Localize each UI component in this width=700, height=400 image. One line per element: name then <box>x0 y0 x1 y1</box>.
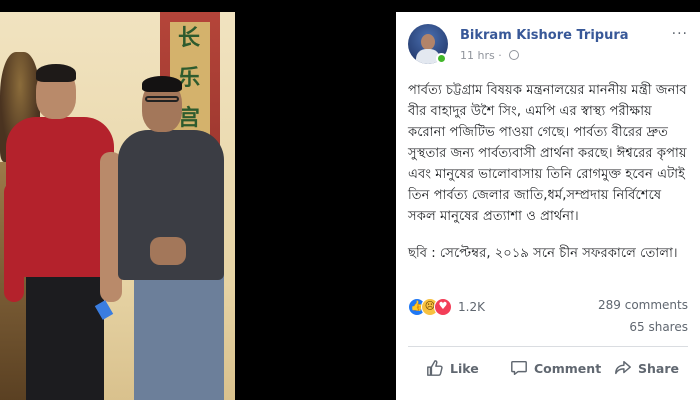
avatar-face <box>421 34 435 50</box>
person-right-glasses <box>145 96 179 102</box>
globe-icon <box>509 50 520 60</box>
post-paragraph-2: ছবি : সেপ্টেম্বর, ২০১৯ সনে চীন সফরকালে ত… <box>408 246 678 261</box>
more-icon[interactable]: ··· <box>672 26 688 42</box>
actions-divider <box>408 346 688 347</box>
like-button-label: Like <box>450 360 479 376</box>
screenshot: 长 乐 宫 Bikram Kishore Tripura 11 hrs · ··… <box>0 0 700 400</box>
person-left-arm <box>4 182 24 302</box>
post-photo[interactable]: 长 乐 宫 <box>0 0 396 400</box>
person-left-legs <box>26 274 104 400</box>
person-right-hands <box>150 237 186 265</box>
comment-button[interactable]: Comment <box>510 352 601 384</box>
reaction-count[interactable]: 1.2K <box>458 300 485 314</box>
shares-count[interactable]: 65 shares <box>629 320 688 334</box>
comments-count[interactable]: 289 comments <box>598 298 688 312</box>
reactions-summary[interactable]: 👍 ☹ ♥ 1.2K <box>408 298 528 318</box>
post-paragraph-1: পার্বত্য চট্টগ্রাম বিষয়ক মন্ত্রনালয়ের … <box>408 83 687 224</box>
share-button[interactable]: Share <box>614 352 679 384</box>
comment-button-label: Comment <box>534 360 602 376</box>
share-button-label: Share <box>638 360 679 376</box>
comment-icon <box>511 360 527 376</box>
person-right-legs <box>134 274 224 400</box>
post-card: Bikram Kishore Tripura 11 hrs · ··· পার্… <box>396 12 700 400</box>
post-header: Bikram Kishore Tripura 11 hrs · ··· <box>408 24 688 68</box>
post-text: পার্বত্য চট্টগ্রাম বিষয়ক মন্ত্রনালয়ের … <box>408 80 690 280</box>
love-reaction-icon: ♥ <box>434 298 452 316</box>
meta-separator: · <box>498 49 502 62</box>
share-icon <box>615 360 631 375</box>
photo-image: 长 乐 宫 <box>0 12 235 400</box>
online-status-dot <box>436 53 447 64</box>
person-left-hair <box>36 64 76 82</box>
post-actions: Like Comment Share <box>396 352 700 388</box>
author-name[interactable]: Bikram Kishore Tripura <box>460 28 629 43</box>
post-timestamp[interactable]: 11 hrs <box>460 49 495 62</box>
photo-calligraphy-1: 长 <box>178 25 201 51</box>
thumbs-up-icon <box>427 360 443 376</box>
post-meta: 11 hrs · <box>460 49 520 62</box>
like-button[interactable]: Like <box>426 352 479 384</box>
person-right-hair <box>142 76 182 92</box>
